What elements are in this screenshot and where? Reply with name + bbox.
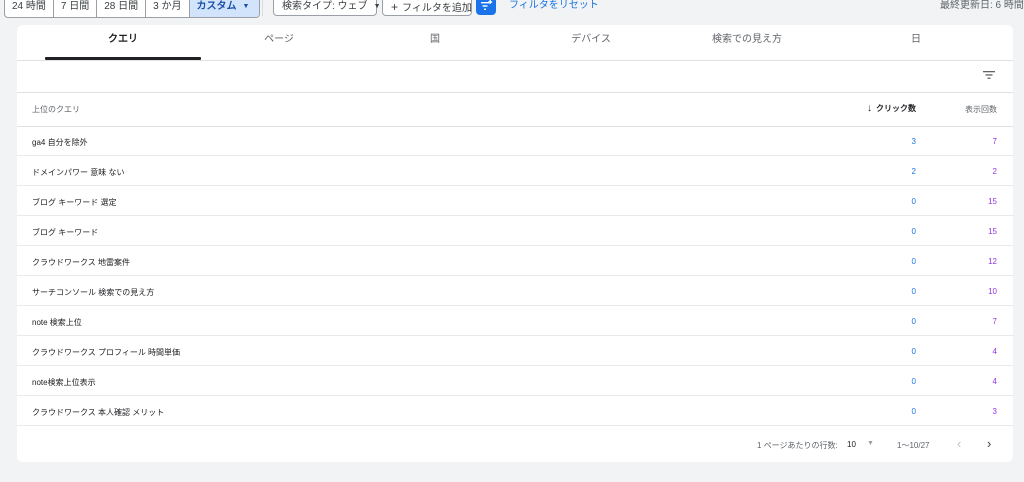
filter-list-icon (481, 0, 493, 10)
tab-queries[interactable]: クエリ (45, 25, 201, 60)
table-toolbar (17, 60, 1013, 93)
clicks-cell: 2 (911, 167, 916, 176)
caret-down-icon[interactable]: ▼ (867, 440, 874, 447)
query-cell: ga4 自分を除外 (32, 138, 88, 147)
query-cell: note検索上位表示 (32, 378, 96, 387)
tab-devices[interactable]: デバイス (513, 25, 669, 60)
tab-pages[interactable]: ページ (201, 25, 357, 60)
table-row[interactable]: ブログ キーワード 0 15 (17, 216, 1013, 246)
clicks-cell: 0 (911, 287, 916, 296)
impressions-cell: 7 (992, 137, 997, 146)
table-row[interactable]: サーチコンソール 検索での見え方 0 10 (17, 276, 1013, 306)
impressions-cell: 4 (992, 377, 997, 386)
table-header: 上位のクエリ ↓ クリック数 表示回数 (17, 92, 1013, 127)
date-range-28d[interactable]: 28 日間 (97, 0, 147, 17)
table-row[interactable]: クラウドワークス プロフィール 時間単価 0 4 (17, 336, 1013, 366)
next-page-icon[interactable]: › (987, 436, 991, 451)
table-row[interactable]: クラウドワークス 本人確認 メリット 0 3 (17, 396, 1013, 426)
column-header-clicks[interactable]: ↓ クリック数 (867, 103, 916, 114)
query-cell: ブログ キーワード 選定 (32, 198, 117, 207)
sort-descending-icon: ↓ (867, 103, 872, 114)
page-range: 1〜10/27 (897, 441, 930, 450)
impressions-cell: 12 (988, 257, 997, 266)
impressions-cell: 15 (988, 197, 997, 206)
tab-countries[interactable]: 国 (357, 25, 513, 60)
impressions-cell: 10 (988, 287, 997, 296)
query-cell: クラウドワークス 地雷案件 (32, 258, 130, 267)
tab-search-appearance[interactable]: 検索での見え方 (669, 25, 825, 60)
table-row[interactable]: ブログ キーワード 選定 0 15 (17, 186, 1013, 216)
filter-bar: 24 時間 7 日間 28 日間 3 か月 カスタム ▼ 検索タイプ: ウェブ ▼ … (0, 0, 1024, 18)
column-header-clicks-label: クリック数 (876, 104, 916, 113)
table-row[interactable]: ドメインパワー 意味 ない 2 2 (17, 156, 1013, 186)
table-row[interactable]: note 検索上位 0 7 (17, 306, 1013, 336)
clicks-cell: 0 (911, 227, 916, 236)
impressions-cell: 3 (992, 407, 997, 416)
impressions-cell: 4 (992, 347, 997, 356)
divider (262, 0, 263, 16)
date-range-3m[interactable]: 3 か月 (146, 0, 190, 17)
clicks-cell: 0 (911, 407, 916, 416)
table-body: ga4 自分を除外 3 7 ドメインパワー 意味 ない 2 2 ブログ キーワード 選定… (17, 126, 1013, 426)
filter-icon (983, 71, 995, 79)
last-updated-text: 最終更新日: 6 時間前 (940, 0, 1024, 11)
table-row[interactable]: ga4 自分を除外 3 7 (17, 126, 1013, 156)
date-range-selector: 24 時間 7 日間 28 日間 3 か月 カスタム ▼ (4, 0, 261, 18)
query-cell: サーチコンソール 検索での見え方 (32, 288, 155, 297)
caret-down-icon: ▼ (242, 3, 250, 10)
search-type-filter[interactable]: 検索タイプ: ウェブ ▼ (273, 0, 381, 16)
clicks-cell: 0 (911, 377, 916, 386)
add-filter-button[interactable]: + フィルタを追加 (382, 0, 472, 16)
date-range-custom[interactable]: カスタム ▼ (189, 0, 260, 17)
clicks-cell: 3 (911, 137, 916, 146)
query-cell: クラウドワークス プロフィール 時間単価 (32, 348, 181, 357)
impressions-cell: 2 (992, 167, 997, 176)
column-header-impressions[interactable]: 表示回数 (965, 104, 997, 115)
clicks-cell: 0 (911, 197, 916, 206)
previous-page-icon[interactable]: ‹ (957, 436, 961, 451)
impressions-cell: 7 (992, 317, 997, 326)
table-row[interactable]: note検索上位表示 0 4 (17, 366, 1013, 396)
plus-icon: + (391, 0, 399, 14)
rows-per-page-label: 1 ページあたりの行数: (757, 441, 838, 450)
clicks-cell: 0 (911, 347, 916, 356)
clicks-cell: 0 (911, 257, 916, 266)
table-row[interactable]: クラウドワークス 地雷案件 0 12 (17, 246, 1013, 276)
query-cell: ドメインパワー 意味 ない (32, 168, 125, 177)
impressions-cell: 15 (988, 227, 997, 236)
rows-per-page-select[interactable]: 10 (847, 440, 856, 449)
tab-dates[interactable]: 日 (825, 25, 1007, 60)
add-filter-label: フィルタを追加 (402, 3, 472, 14)
query-cell: note 検索上位 (32, 318, 82, 327)
date-range-custom-label: カスタム (196, 1, 237, 12)
dimension-tabs: クエリ ページ 国 デバイス 検索での見え方 日 (17, 25, 1013, 61)
search-type-label: 検索タイプ: ウェブ (282, 1, 368, 12)
date-range-7d[interactable]: 7 日間 (54, 0, 98, 17)
query-cell: クラウドワークス 本人確認 メリット (32, 408, 165, 417)
filter-rows-button[interactable] (981, 68, 997, 82)
caret-down-icon: ▼ (373, 3, 381, 10)
performance-table-card: クエリ ページ 国 デバイス 検索での見え方 日 上位のクエリ ↓ クリック数 表… (17, 25, 1013, 462)
column-header-query: 上位のクエリ (32, 105, 80, 114)
date-range-24h[interactable]: 24 時間 (5, 0, 54, 17)
filter-options-button[interactable] (476, 0, 496, 15)
reset-filters-link[interactable]: フィルタをリセット (509, 0, 599, 12)
query-cell: ブログ キーワード (32, 228, 99, 237)
pagination: 1 ページあたりの行数: 10 ▼ 1〜10/27 ‹ › (17, 427, 1013, 462)
clicks-cell: 0 (911, 317, 916, 326)
